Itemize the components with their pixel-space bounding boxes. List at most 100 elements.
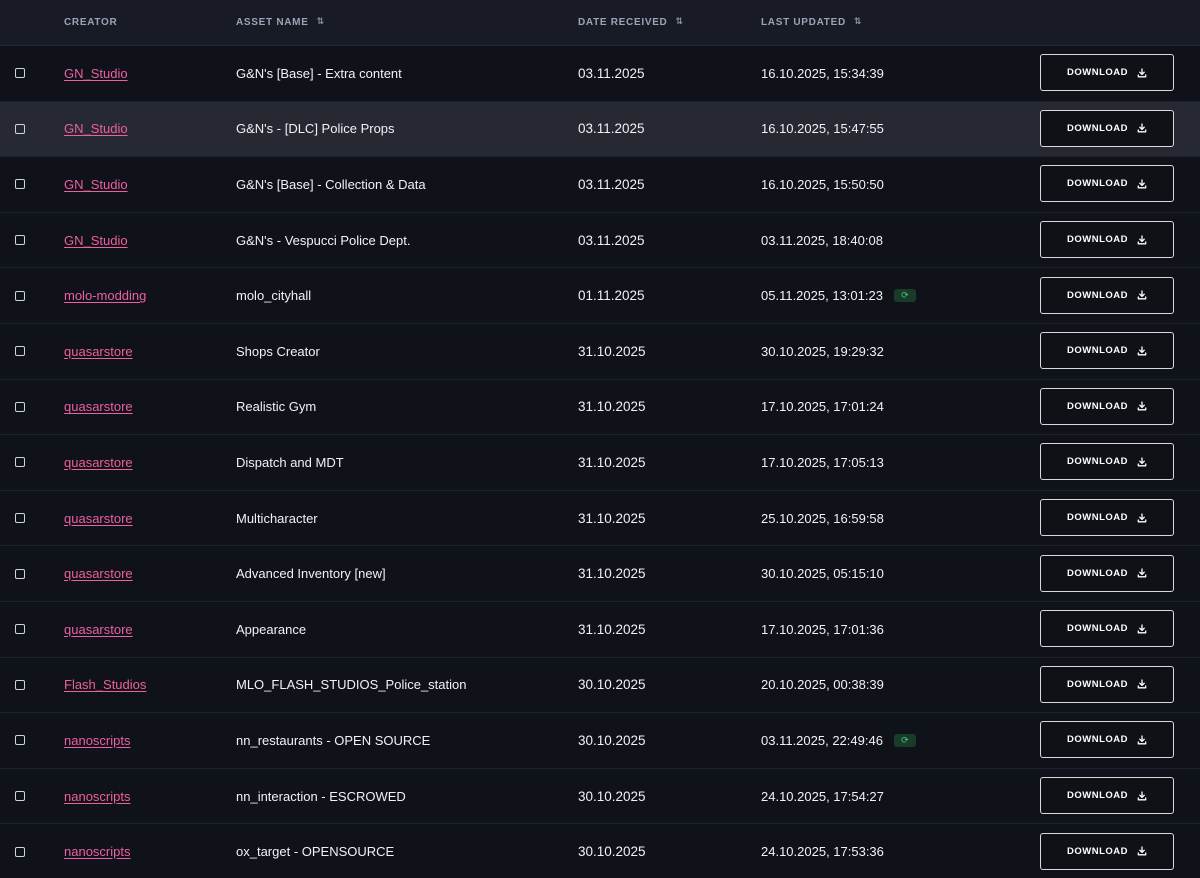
download-button[interactable]: DOWNLOAD [1040,443,1174,481]
table-row[interactable]: nanoscripts nn_interaction - ESCROWED 30.1… [0,768,1200,825]
last-updated-text: 17.10.2025, 17:01:36 [761,621,884,637]
last-updated-text: 20.10.2025, 00:38:39 [761,677,884,693]
column-header-creator-label: CREATOR [64,17,118,28]
table-row[interactable]: nanoscripts nn_restaurants - OPEN SOURCE 3… [0,713,1200,769]
row-select-checkbox[interactable] [15,735,25,746]
creator-link[interactable]: quasarstore [64,324,133,379]
sort-icon[interactable]: ⇅ [317,0,324,43]
row-select-checkbox[interactable] [15,346,25,357]
download-button[interactable]: DOWNLOAD [1040,665,1174,703]
creator-link[interactable]: molo-modding [64,268,146,323]
row-select-checkbox[interactable] [15,624,25,635]
creator-link[interactable]: quasarstore [64,602,133,657]
column-header-asset-name[interactable]: ASSET NAME ⇅ [236,0,324,45]
download-button-label: DOWNLOAD [1067,122,1128,134]
row-select-checkbox[interactable] [15,68,25,79]
download-button[interactable]: DOWNLOAD [1040,721,1174,759]
row-select-checkbox[interactable] [15,235,25,246]
sort-icon[interactable]: ⇅ [675,0,682,43]
table-row[interactable]: quasarstore Advanced Inventory [new] 31.10… [0,546,1200,602]
date-received: 30.10.2025 [578,788,646,804]
download-button[interactable]: DOWNLOAD [1040,276,1174,314]
column-header-date-received-label: DATE RECEIVED [578,17,668,28]
table-row[interactable]: GN_Studio G&N's [Base] - Extra content 03.… [0,46,1200,102]
table-row[interactable]: quasarstore Realistic Gym 31.10.2025 17.10.… [0,379,1200,436]
column-header-last-updated-label: LAST UPDATED [761,17,846,28]
download-button[interactable]: DOWNLOAD [1040,221,1174,259]
download-button-label: DOWNLOAD [1067,456,1128,468]
last-updated: 24.10.2025, 17:54:27 [761,769,884,824]
table-row[interactable]: GN_Studio G&N's [Base] - Collection & Dat… [0,157,1200,213]
last-updated: 30.10.2025, 19:29:32 [761,324,884,379]
creator-link[interactable]: GN_Studio [64,102,128,157]
row-select-checkbox[interactable] [15,568,25,579]
last-updated: 30.10.2025, 05:15:10 [761,546,884,601]
row-select-checkbox[interactable] [15,401,25,412]
row-select-checkbox[interactable] [15,679,25,690]
last-updated: 05.11.2025, 13:01:23 ⟳ [761,268,916,323]
creator-link[interactable]: GN_Studio [64,213,128,268]
creator-link[interactable]: nanoscripts [64,824,130,878]
table-row[interactable]: quasarstore Multicharacter 31.10.2025 25.10… [0,490,1200,547]
table-row[interactable]: GN_Studio G&N's - Vespucci Police Dept. 03… [0,212,1200,269]
creator-link[interactable]: quasarstore [64,380,133,435]
table-row[interactable]: GN_Studio G&N's - [DLC] Police Props 03.11… [0,101,1200,158]
date-received: 03.11.2025 [578,176,645,192]
last-updated-text: 17.10.2025, 17:05:13 [761,454,884,470]
download-icon [1137,512,1147,522]
creator-link[interactable]: GN_Studio [64,46,128,101]
table-row[interactable]: quasarstore Shops Creator 31.10.2025 30.10.… [0,323,1200,380]
download-button[interactable]: DOWNLOAD [1040,387,1174,425]
column-header-creator[interactable]: CREATOR [64,0,117,45]
creator-link[interactable]: GN_Studio [64,157,128,212]
creator-link[interactable]: Flash_Studios [64,658,146,713]
download-button[interactable]: DOWNLOAD [1040,832,1174,870]
creator-link[interactable]: nanoscripts [64,713,130,768]
creator-link[interactable]: quasarstore [64,546,133,601]
download-button[interactable]: DOWNLOAD [1040,332,1174,370]
sort-icon[interactable]: ⇅ [854,0,861,43]
row-select-checkbox[interactable] [15,513,25,524]
row-select-checkbox[interactable] [15,179,25,190]
row-select-checkbox[interactable] [15,457,25,468]
last-updated: 17.10.2025, 17:01:24 [761,380,884,435]
row-select-checkbox[interactable] [15,846,25,857]
download-button[interactable]: DOWNLOAD [1040,165,1174,203]
download-icon [1137,679,1147,689]
row-select-checkbox[interactable] [15,791,25,802]
download-button[interactable]: DOWNLOAD [1040,54,1174,92]
asset-name: molo_cityhall [236,288,312,304]
download-icon [1137,568,1147,578]
row-select-checkbox[interactable] [15,123,25,134]
asset-name: nn_interaction - ESCROWED [236,788,406,804]
download-button-label: DOWNLOAD [1067,400,1128,412]
table-row[interactable]: quasarstore Appearance 31.10.2025 17.10.202… [0,601,1200,658]
creator-link[interactable]: quasarstore [64,491,133,546]
table-row[interactable]: molo-modding molo_cityhall 01.11.2025 05.11… [0,268,1200,324]
date-received: 03.11.2025 [578,65,645,81]
download-button-label: DOWNLOAD [1067,734,1128,746]
download-button-label: DOWNLOAD [1067,678,1128,690]
download-button[interactable]: DOWNLOAD [1040,109,1174,147]
last-updated-text: 30.10.2025, 19:29:32 [761,343,884,359]
download-button[interactable]: DOWNLOAD [1040,499,1174,537]
asset-name: G&N's [Base] - Collection & Data [236,176,426,192]
last-updated-text: 05.11.2025, 13:01:23 [761,288,883,304]
download-icon [1137,790,1147,800]
creator-link[interactable]: nanoscripts [64,769,130,824]
download-icon [1137,457,1147,467]
date-received: 01.11.2025 [578,288,645,304]
table-row[interactable]: nanoscripts ox_target - OPENSOURCE 30.10.2… [0,824,1200,878]
download-button[interactable]: DOWNLOAD [1040,610,1174,648]
table-row[interactable]: Flash_Studios MLO_FLASH_STUDIOS_Police_st… [0,657,1200,714]
download-button-label: DOWNLOAD [1067,567,1128,579]
column-header-date-received[interactable]: DATE RECEIVED ⇅ [578,0,683,45]
row-select-checkbox[interactable] [15,290,25,301]
download-button[interactable]: DOWNLOAD [1040,777,1174,815]
last-updated-text: 16.10.2025, 15:50:50 [761,176,884,192]
column-header-last-updated[interactable]: LAST UPDATED ⇅ [761,0,861,45]
download-button[interactable]: DOWNLOAD [1040,554,1174,592]
last-updated: 20.10.2025, 00:38:39 [761,658,884,713]
creator-link[interactable]: quasarstore [64,435,133,490]
table-row[interactable]: quasarstore Dispatch and MDT 31.10.2025 17.… [0,435,1200,491]
